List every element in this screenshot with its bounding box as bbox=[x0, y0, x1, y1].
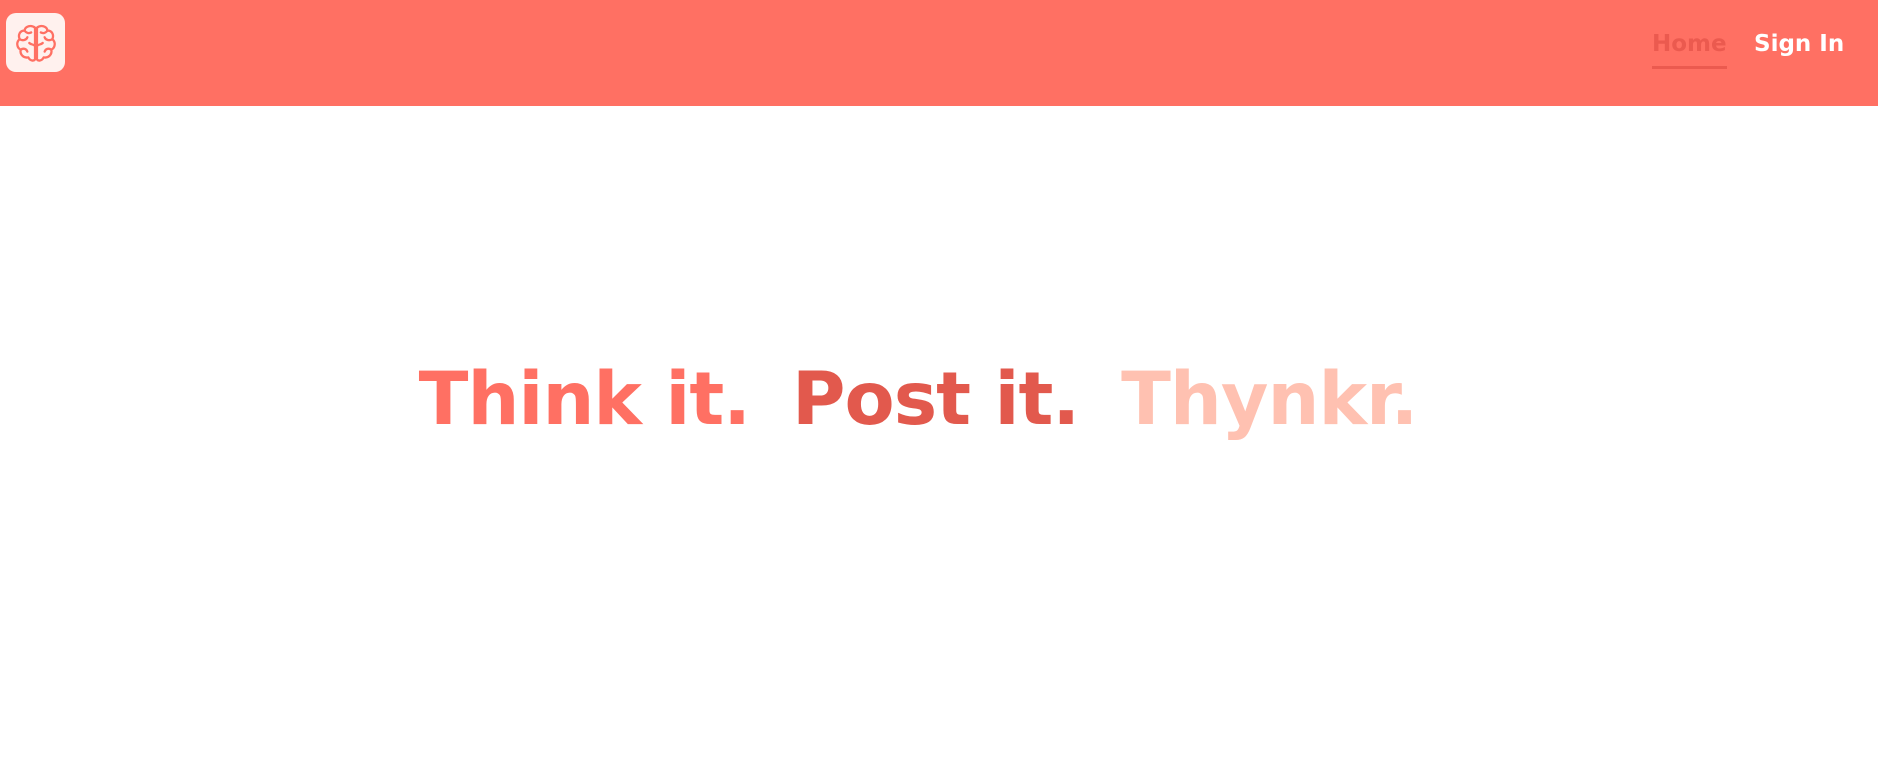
tagline-brand: Thynkr. bbox=[1121, 357, 1418, 442]
tagline-think-it: Think it. bbox=[418, 357, 751, 442]
top-navbar: Home Sign In bbox=[0, 0, 1878, 106]
nav-link-home[interactable]: Home bbox=[1652, 29, 1727, 69]
hero-tagline: Think it. Post it. Thynkr. bbox=[0, 352, 1836, 448]
tagline-post-it: Post it. bbox=[792, 357, 1080, 442]
brand-logo[interactable] bbox=[6, 13, 65, 72]
brain-icon bbox=[15, 24, 56, 62]
nav-link-sign-in[interactable]: Sign In bbox=[1754, 29, 1844, 59]
